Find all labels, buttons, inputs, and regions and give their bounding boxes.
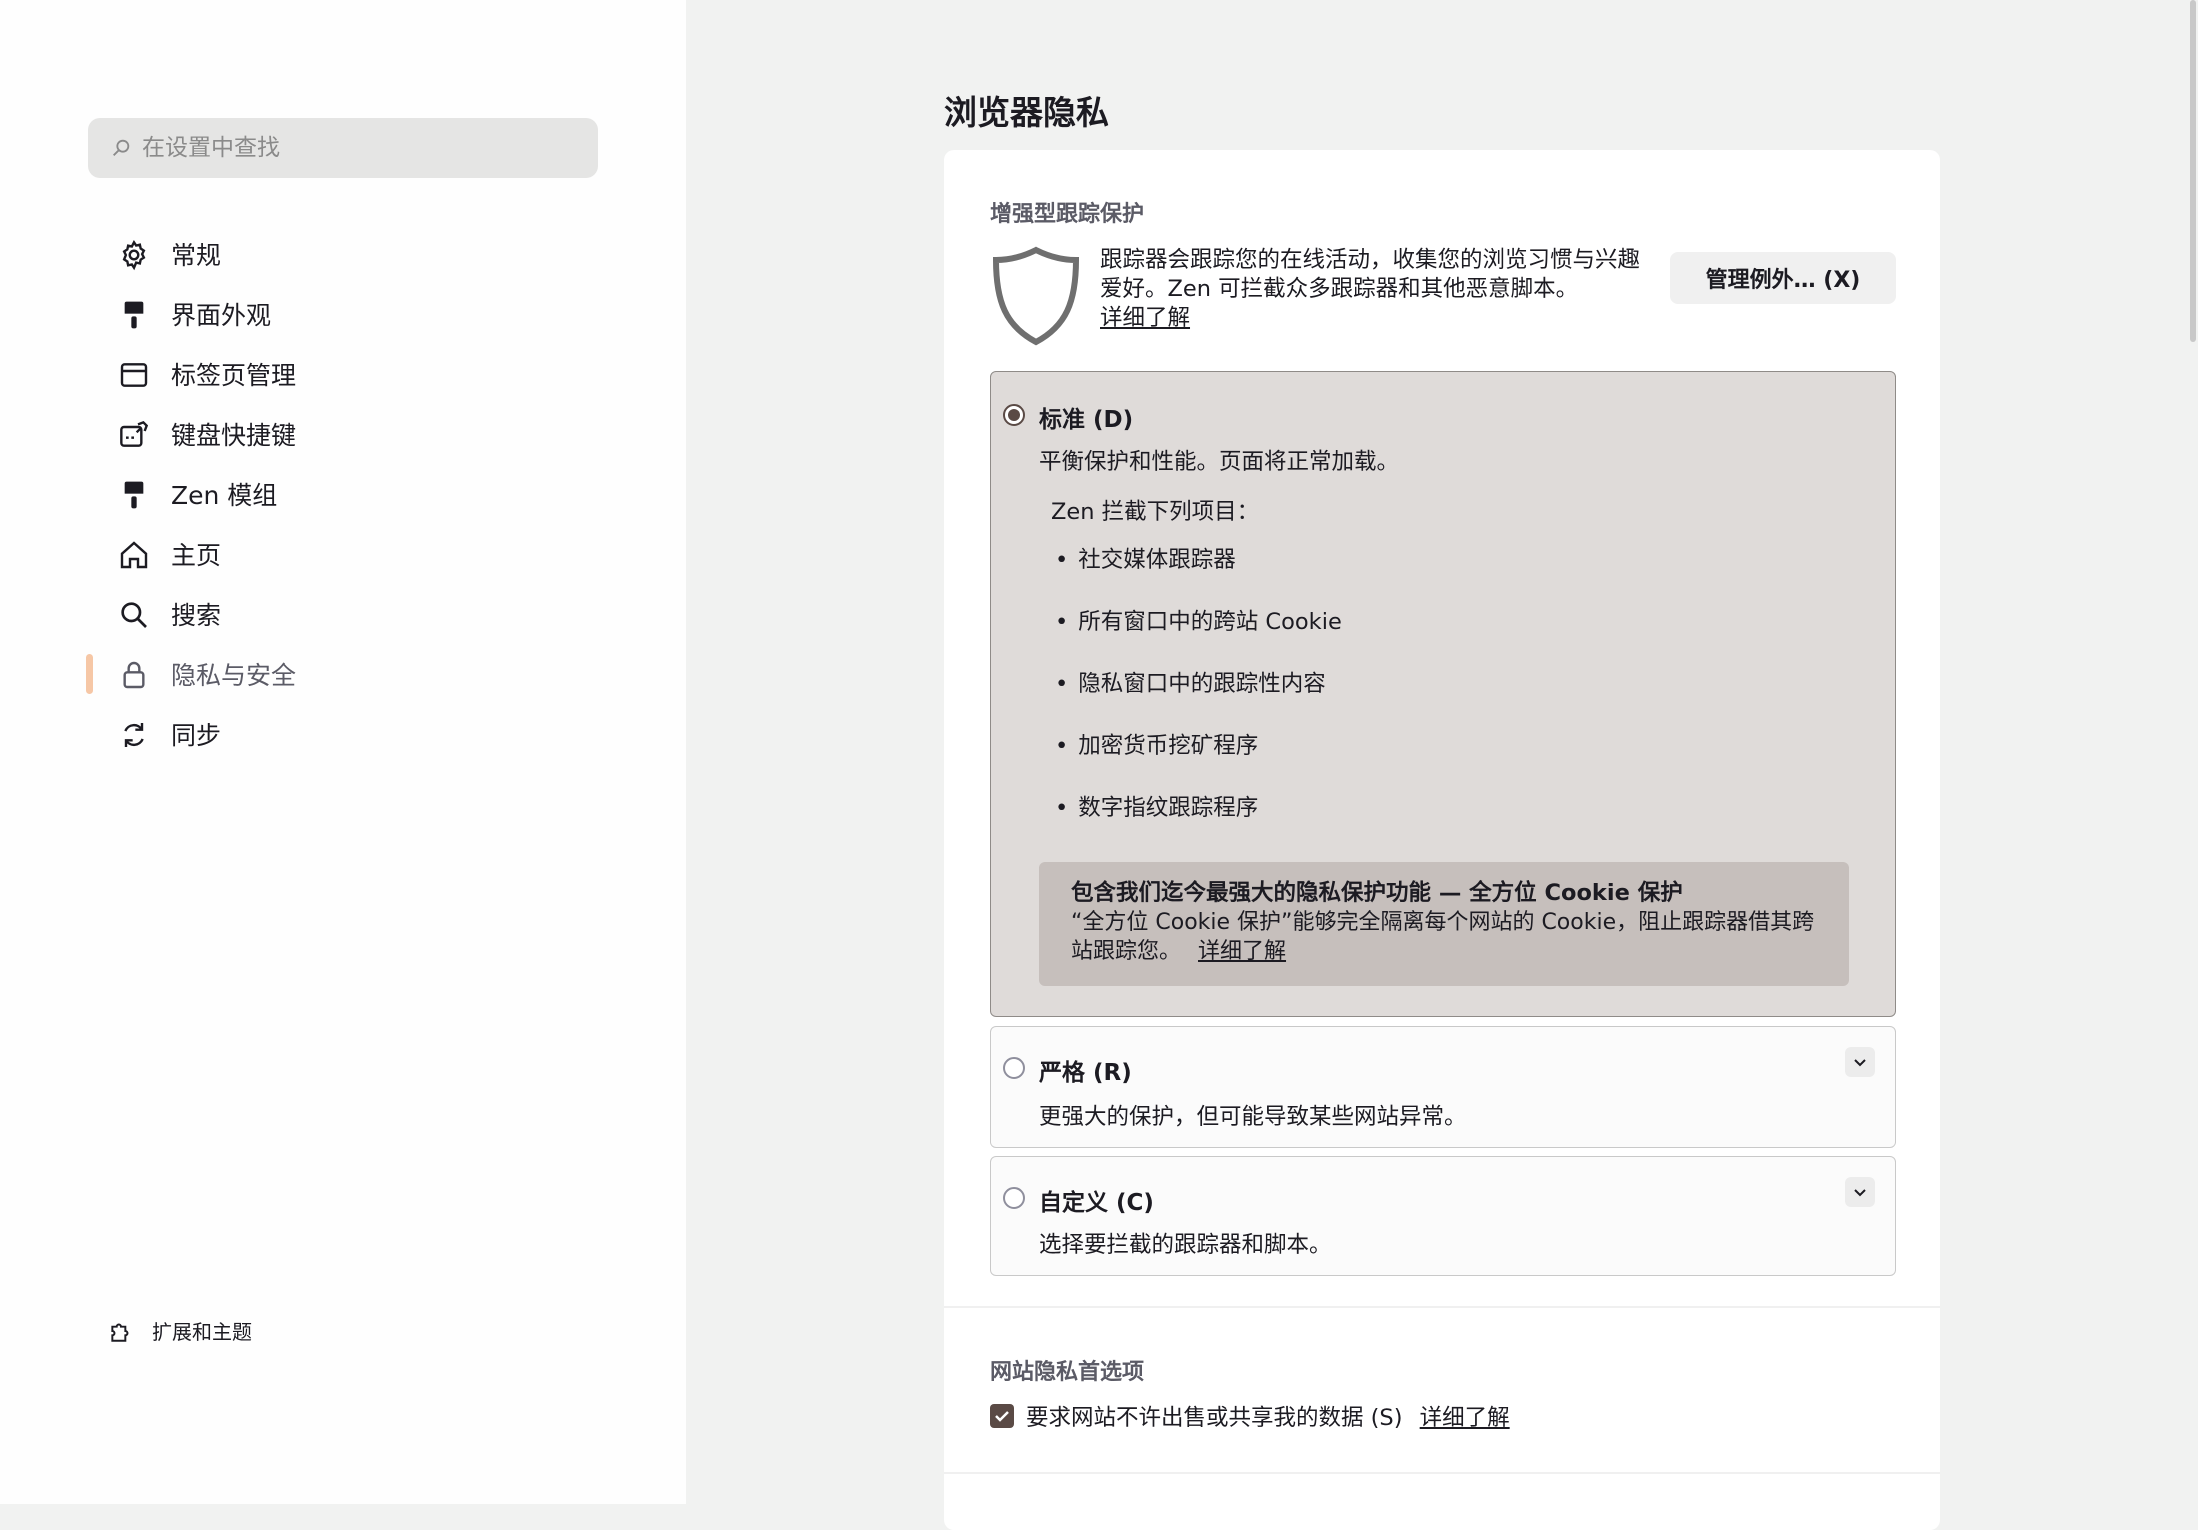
custom-radio[interactable]	[1003, 1187, 1025, 1209]
standard-desc: 平衡保护和性能。页面将正常加载。	[1039, 449, 1400, 475]
total-cookie-protection-box: 包含我们迄今最强大的隐私保护功能 — 全方位 Cookie 保护 “全方位 Co…	[1039, 862, 1849, 986]
sidebar-item-appearance[interactable]: 界面外观	[0, 284, 686, 344]
home-icon	[120, 541, 148, 569]
sidebar-nav: 常规 界面外观 标签页管理 键盘快捷键 Zen 模组 主页 搜索 隐私与安全 同…	[0, 224, 686, 764]
sidebar-item-general[interactable]: 常规	[0, 224, 686, 284]
sidebar-item-label: 界面外观	[171, 301, 272, 330]
section-divider	[944, 1472, 1940, 1474]
sidebar-item-label: 隐私与安全	[171, 661, 297, 690]
privacy-card: 增强型跟踪保护 跟踪器会跟踪您的在线活动，收集您的浏览习惯与兴趣爱好。Zen 可…	[944, 150, 1940, 1530]
sidebar-item-tabs[interactable]: 标签页管理	[0, 344, 686, 404]
search-input[interactable]	[140, 134, 584, 162]
sidebar-item-label: 常规	[171, 241, 222, 270]
tab-icon	[120, 363, 148, 387]
tcp-desc: “全方位 Cookie 保护”能够完全隔离每个网站的 Cookie，阻止跟踪器借…	[1071, 910, 1815, 964]
site-privacy-section-title: 网站隐私首选项	[990, 1360, 1145, 1385]
sidebar-item-label: Zen 模组	[171, 481, 278, 510]
sidebar-item-label: 键盘快捷键	[171, 421, 297, 450]
page-title: 浏览器隐私	[944, 93, 1109, 132]
checkmark-icon	[995, 1411, 1009, 1422]
section-divider	[944, 1306, 1940, 1308]
chevron-down-icon	[1854, 1059, 1866, 1067]
paintbrush-icon	[124, 301, 144, 329]
manage-exceptions-button[interactable]: 管理例外… (X)	[1670, 252, 1896, 304]
shield-icon	[992, 246, 1080, 346]
chevron-down-icon	[1854, 1189, 1866, 1197]
custom-title: 自定义 (C)	[1039, 1190, 1154, 1216]
list-item: 加密货币挖矿程序	[1055, 728, 1258, 760]
sidebar-item-home[interactable]: 主页	[0, 524, 686, 584]
do-not-sell-checkbox[interactable]	[990, 1404, 1014, 1428]
lock-icon	[123, 661, 145, 689]
list-item: 所有窗口中的跨站 Cookie	[1055, 604, 1342, 636]
sidebar: 常规 界面外观 标签页管理 键盘快捷键	[0, 0, 686, 1504]
sidebar-item-label: 同步	[171, 721, 222, 750]
search-icon	[113, 139, 130, 156]
scrollbar[interactable]	[2190, 0, 2196, 342]
puzzle-icon	[111, 1323, 129, 1342]
strict-desc: 更强大的保护，但可能导致某些网站异常。	[1039, 1104, 1467, 1130]
standard-title: 标准 (D)	[1039, 407, 1134, 433]
keyboard-icon	[120, 420, 149, 447]
strict-expand-button[interactable]	[1845, 1047, 1875, 1077]
sync-icon	[124, 723, 144, 747]
sidebar-item-zen-mods[interactable]: Zen 模组	[0, 464, 686, 524]
strict-radio[interactable]	[1003, 1057, 1025, 1079]
strict-title: 严格 (R)	[1039, 1060, 1132, 1086]
site-privacy-learn-more-link[interactable]: 详细了解	[1420, 1405, 1510, 1431]
sidebar-item-search[interactable]: 搜索	[0, 584, 686, 644]
option-strict[interactable]: 严格 (R) 更强大的保护，但可能导致某些网站异常。	[990, 1026, 1896, 1148]
blocks-heading: Zen 拦截下列项目：	[1051, 499, 1260, 525]
sidebar-item-label: 主页	[171, 541, 222, 570]
option-custom[interactable]: 自定义 (C) 选择要拦截的跟踪器和脚本。	[990, 1156, 1896, 1276]
list-item: 社交媒体跟踪器	[1055, 542, 1236, 574]
do-not-sell-label: 要求网站不许出售或共享我的数据 (S) 详细了解	[1026, 1405, 1510, 1431]
gear-icon	[122, 239, 146, 271]
extensions-themes-link[interactable]: 扩展和主题	[108, 1316, 252, 1345]
sidebar-item-label: 标签页管理	[171, 361, 297, 390]
sidebar-item-shortcuts[interactable]: 键盘快捷键	[0, 404, 686, 464]
etp-section-title: 增强型跟踪保护	[990, 202, 1145, 227]
search-icon	[121, 602, 147, 628]
list-item: 隐私窗口中的跟踪性内容	[1055, 666, 1326, 698]
sidebar-item-sync[interactable]: 同步	[0, 704, 686, 764]
extensions-themes-label: 扩展和主题	[152, 1320, 252, 1344]
custom-expand-button[interactable]	[1845, 1177, 1875, 1207]
tcp-learn-more-link[interactable]: 详细了解	[1198, 939, 1286, 964]
sidebar-item-privacy[interactable]: 隐私与安全	[0, 644, 686, 704]
etp-learn-more-link[interactable]: 详细了解	[1100, 305, 1190, 331]
search-box[interactable]	[88, 118, 598, 178]
option-standard[interactable]: 标准 (D) 平衡保护和性能。页面将正常加载。 Zen 拦截下列项目： 社交媒体…	[990, 371, 1896, 1017]
custom-desc: 选择要拦截的跟踪器和脚本。	[1039, 1232, 1332, 1258]
etp-description: 跟踪器会跟踪您的在线活动，收集您的浏览习惯与兴趣爱好。Zen 可拦截众多跟踪器和…	[1100, 247, 1641, 331]
tcp-title: 包含我们迄今最强大的隐私保护功能 — 全方位 Cookie 保护	[1071, 880, 1683, 906]
paintbrush-icon	[124, 481, 144, 509]
list-item: 数字指纹跟踪程序	[1055, 790, 1258, 822]
standard-radio[interactable]	[1003, 404, 1025, 426]
sidebar-item-label: 搜索	[171, 601, 222, 630]
